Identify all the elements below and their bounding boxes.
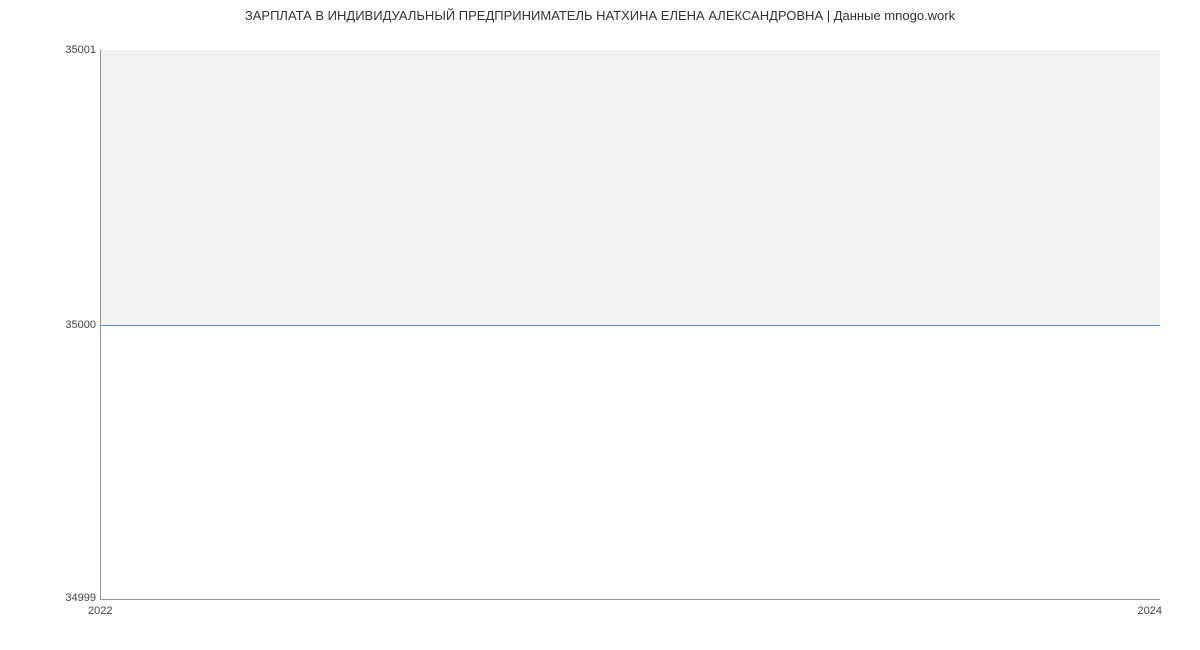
y-tick-top: 35001 xyxy=(36,44,96,56)
chart-title: ЗАРПЛАТА В ИНДИВИДУАЛЬНЫЙ ПРЕДПРИНИМАТЕЛ… xyxy=(0,8,1200,23)
x-tick-start: 2022 xyxy=(88,605,112,617)
salary-chart: ЗАРПЛАТА В ИНДИВИДУАЛЬНЫЙ ПРЕДПРИНИМАТЕЛ… xyxy=(0,0,1200,650)
plot-area xyxy=(100,50,1160,600)
y-tick-mid: 35000 xyxy=(36,319,96,331)
x-tick-end: 2024 xyxy=(1138,605,1162,617)
area-fill xyxy=(101,50,1160,325)
data-line xyxy=(101,325,1160,326)
y-tick-bottom: 34999 xyxy=(36,592,96,604)
